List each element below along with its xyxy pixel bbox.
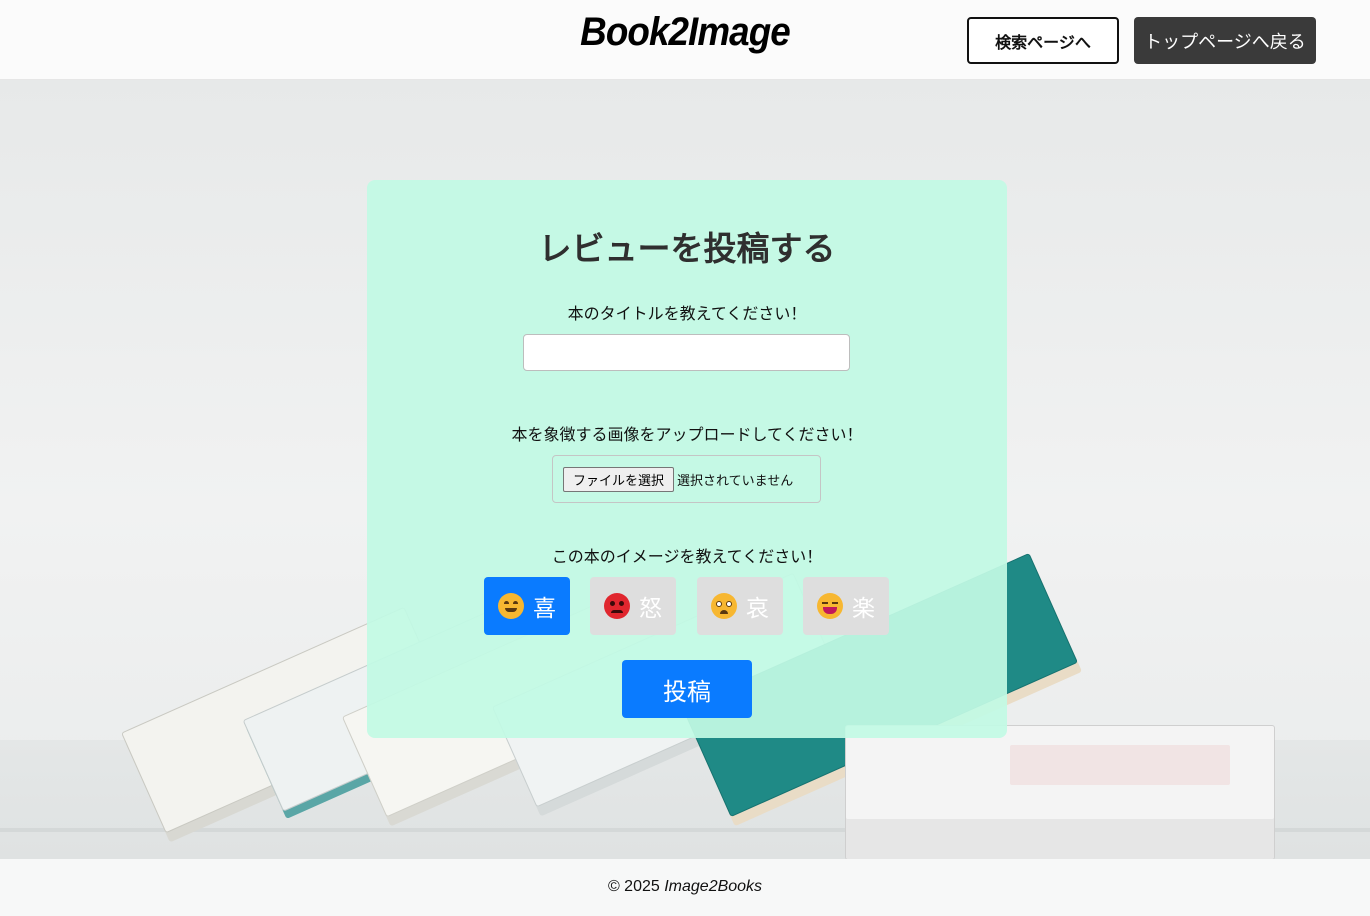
book-title-label: 本のタイトルを教えてください！ [567, 304, 807, 323]
emotion-label-sorrow: 哀 [746, 596, 769, 622]
choose-file-button[interactable]: ファイルを選択 [563, 467, 674, 492]
emotion-button-joy[interactable]: 喜 [484, 577, 570, 635]
site-logo[interactable]: Book2Image [55, 10, 1315, 55]
smiling-face-icon [498, 593, 524, 619]
back-to-top-button[interactable]: トップページへ戻る [1134, 17, 1316, 64]
footer-brand: Image2Books [664, 878, 763, 895]
review-form-card: レビューを投稿する 本のタイトルを教えてください！ 本を象徴する画像をアップロー… [367, 180, 1007, 738]
submit-button[interactable]: 投稿 [622, 660, 752, 718]
emotion-label: この本のイメージを教えてください！ [551, 547, 823, 566]
emotion-label-anger: 怒 [639, 596, 662, 622]
file-status-text: 選択されていません [677, 474, 794, 489]
emotion-label-fun: 楽 [852, 596, 875, 622]
site-header: Book2Image 検索ページへ トップページへ戻る [0, 0, 1370, 80]
laughing-face-icon [817, 593, 843, 619]
angry-face-icon [604, 593, 630, 619]
emotion-label-joy: 喜 [533, 596, 556, 622]
book-title-input[interactable] [523, 334, 850, 371]
copyright-text: © 2025 Image2Books [0, 878, 1370, 896]
file-upload-field[interactable]: ファイルを選択 選択されていません [552, 455, 821, 503]
emotion-button-fun[interactable]: 楽 [803, 577, 889, 635]
image-upload-label: 本を象徴する画像をアップロードしてください！ [511, 425, 863, 444]
emotion-button-sorrow[interactable]: 哀 [697, 577, 783, 635]
emotion-button-anger[interactable]: 怒 [590, 577, 676, 635]
copyright-year: © 2025 [607, 878, 660, 895]
site-footer: © 2025 Image2Books [0, 859, 1370, 916]
sad-face-icon [711, 593, 737, 619]
page-title: レビューを投稿する [538, 229, 836, 268]
search-page-button[interactable]: 検索ページへ [967, 17, 1119, 64]
